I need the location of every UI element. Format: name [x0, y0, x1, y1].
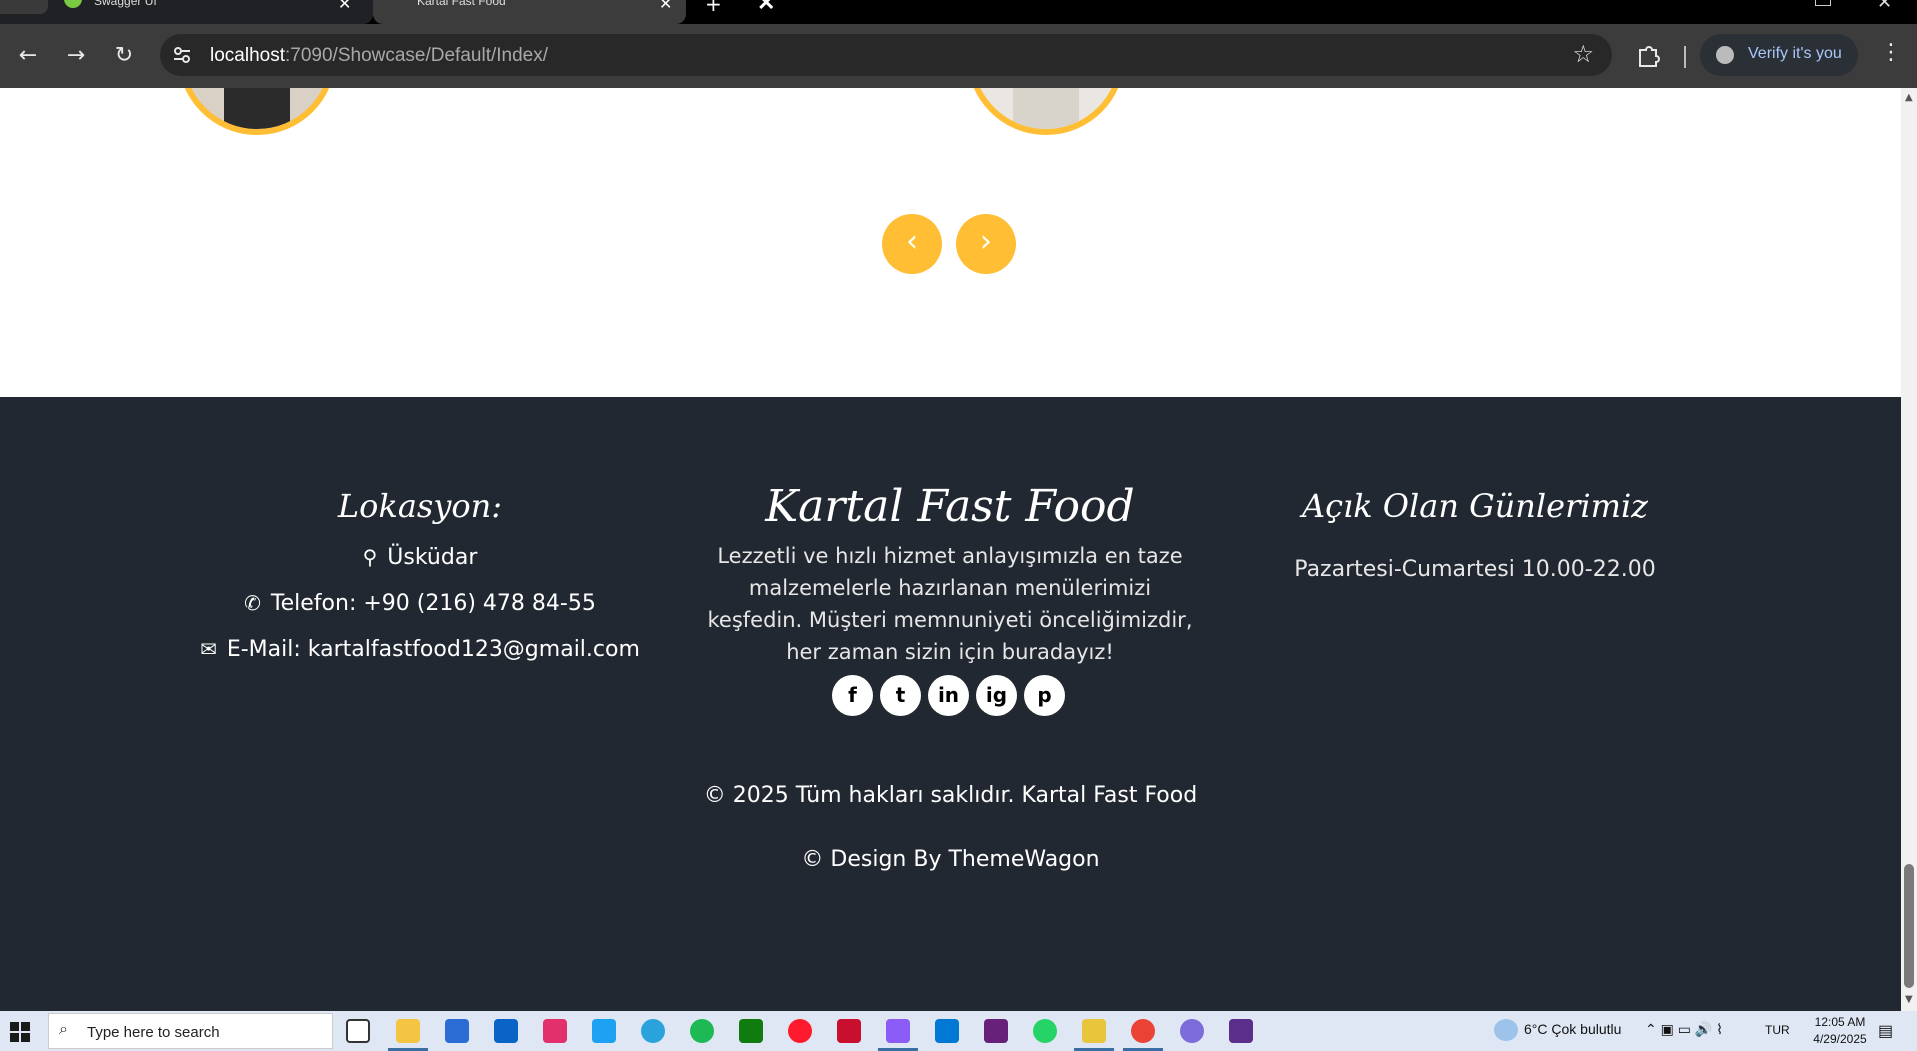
linkedin-icon[interactable]: in — [928, 675, 969, 716]
address-link[interactable]: ⚲ Üsküdar — [170, 545, 670, 570]
spotify-icon[interactable] — [690, 1019, 714, 1043]
tab-strip: Swagger UI ✕ ✕ Kartal Fast Food ✕ + ✕ — [0, 0, 1917, 24]
app-icon[interactable] — [1082, 1019, 1106, 1043]
weather-text[interactable]: 6°C Çok bulutlu — [1524, 1021, 1621, 1037]
app-icon[interactable] — [837, 1019, 861, 1043]
copyright-text: © 2025 Tüm hakları saklıdır. Kartal Fast… — [703, 783, 1198, 808]
url-host: localhost — [210, 45, 285, 66]
phone-link[interactable]: ✆ Telefon: +90 (216) 478 84-55 — [170, 591, 670, 616]
whatsapp-icon[interactable] — [1033, 1019, 1057, 1043]
system-tray-icons[interactable]: ⌃ ▣ ▭ 🔊 ⌇ — [1645, 1021, 1723, 1038]
tab-search-button[interactable] — [0, 0, 48, 14]
profile-avatar — [1716, 46, 1734, 64]
pinterest-icon[interactable]: p — [1024, 675, 1065, 716]
design-credit[interactable]: © Design By ThemeWagon — [0, 847, 1901, 872]
close-window-icon[interactable]: ✕ — [1877, 0, 1892, 13]
file-explorer-icon[interactable] — [396, 1019, 420, 1043]
xbox-icon[interactable] — [739, 1019, 763, 1043]
visual-studio-icon[interactable] — [984, 1019, 1008, 1043]
task-view-icon[interactable] — [346, 1019, 370, 1043]
visual-studio-icon[interactable] — [886, 1019, 910, 1043]
extensions-icon[interactable] — [1634, 42, 1662, 70]
url-text[interactable]: localhost:7090/Showcase/Default/Index/ — [210, 45, 548, 67]
telegram-icon[interactable] — [641, 1019, 665, 1043]
search-placeholder: Type here to search — [87, 1024, 220, 1041]
profile-label: Verify it's you — [1748, 45, 1842, 62]
restore-window-icon[interactable] — [1815, 0, 1831, 6]
email-text: E-Mail: kartalfastfood123@gmail.com — [226, 637, 640, 662]
tab-title: Swagger UI — [94, 0, 157, 8]
twitter-icon[interactable]: t — [880, 675, 921, 716]
close-icon[interactable]: ✕ — [338, 0, 351, 14]
forward-icon[interactable]: → — [60, 40, 92, 72]
phone-icon: ✆ — [244, 591, 261, 615]
scrollbar-thumb[interactable] — [1904, 864, 1914, 988]
carousel-next-button[interactable]: › — [956, 214, 1016, 274]
bookmark-star-icon[interactable]: ☆ — [1572, 40, 1594, 68]
phone-text: Telefon: +90 (216) 478 84-55 — [270, 591, 596, 616]
hours-text: Pazartesi-Cumartesi 10.00-22.00 — [1294, 557, 1656, 582]
clock-date[interactable]: 4/29/2025 — [1805, 1032, 1875, 1046]
reload-icon[interactable]: ↻ — [108, 40, 140, 72]
scroll-up-icon[interactable]: ▲ — [1905, 92, 1913, 103]
facebook-icon[interactable]: f — [832, 675, 873, 716]
clock-time[interactable]: 12:05 AM — [1805, 1015, 1875, 1029]
instagram-icon[interactable]: ig — [976, 675, 1017, 716]
terminal-icon[interactable] — [1229, 1019, 1253, 1043]
opera-icon[interactable] — [788, 1019, 812, 1043]
chrome-icon[interactable] — [1131, 1019, 1155, 1043]
twitter-app-icon[interactable] — [592, 1019, 616, 1043]
social-links: f t in ig p — [832, 675, 1072, 719]
hours-heading: Açık Olan Günlerimiz — [1301, 487, 1649, 525]
app-icon[interactable] — [1180, 1019, 1204, 1043]
url-path: :7090/Showcase/Default/Index/ — [285, 45, 549, 66]
avatar-photo — [1013, 88, 1079, 129]
kebab-menu-icon[interactable]: ⋮ — [1880, 40, 1902, 65]
site-footer: Lokasyon: ⚲ Üsküdar ✆ Telefon: +90 (216) 4… — [0, 397, 1901, 1011]
outlook-icon[interactable] — [494, 1019, 518, 1043]
swagger-icon — [64, 0, 82, 8]
instagram-app-icon[interactable] — [543, 1019, 567, 1043]
language-indicator[interactable]: TUR — [1765, 1023, 1790, 1037]
address-text: Üsküdar — [387, 545, 478, 570]
os-taskbar: ⌕ Type here to search 6°C Çok bulutlu ⌃ … — [0, 1011, 1917, 1051]
search-icon: ⌕ — [59, 1021, 68, 1038]
new-tab-icon[interactable]: + — [705, 0, 722, 16]
windows-start-icon[interactable] — [10, 1022, 30, 1042]
taskbar-search[interactable]: ⌕ Type here to search — [48, 1013, 333, 1049]
page-viewport: ‹ › Lokasyon: ⚲ Üsküdar ✆ Telefon: +90 (21… — [0, 88, 1917, 1011]
tab-kartal[interactable]: ✕ Kartal Fast Food ✕ — [373, 0, 775, 24]
profile-button[interactable]: Verify it's you — [1700, 34, 1858, 76]
store-icon[interactable] — [445, 1019, 469, 1043]
notification-icon[interactable]: ▤ — [1878, 1021, 1893, 1041]
vscode-icon[interactable] — [935, 1019, 959, 1043]
envelope-icon: ✉ — [200, 637, 217, 661]
toolbar-divider — [1684, 46, 1686, 68]
email-link[interactable]: ✉ E-Mail: kartalfastfood123@gmail.com — [170, 637, 670, 662]
close-icon[interactable]: ✕ — [659, 0, 672, 14]
brand-description: Lezzetli ve hızlı hizmet anlayışımızla e… — [707, 544, 1193, 664]
x-logo-icon: ✕ — [757, 0, 776, 15]
address-bar[interactable]: localhost:7090/Showcase/Default/Index/ ☆ — [160, 34, 1612, 76]
map-pin-icon: ⚲ — [362, 545, 378, 569]
location-heading: Lokasyon: — [337, 487, 503, 525]
scroll-down-icon[interactable]: ▼ — [1905, 994, 1913, 1005]
avatar-photo — [224, 88, 290, 129]
brand-heading: Kartal Fast Food — [765, 481, 1135, 532]
browser-toolbar: ← → ↻ localhost:7090/Showcase/Default/In… — [0, 24, 1917, 88]
testimonial-avatar — [178, 88, 336, 135]
testimonial-avatar — [967, 88, 1125, 135]
vertical-scrollbar[interactable]: ▲ ▼ — [1901, 88, 1917, 1011]
back-icon[interactable]: ← — [12, 40, 44, 72]
tab-title: Kartal Fast Food — [417, 0, 506, 8]
carousel-prev-button[interactable]: ‹ — [882, 214, 942, 274]
tab-swagger[interactable]: Swagger UI ✕ — [0, 0, 373, 24]
weather-icon[interactable] — [1494, 1019, 1518, 1041]
site-info-icon[interactable] — [172, 45, 192, 65]
